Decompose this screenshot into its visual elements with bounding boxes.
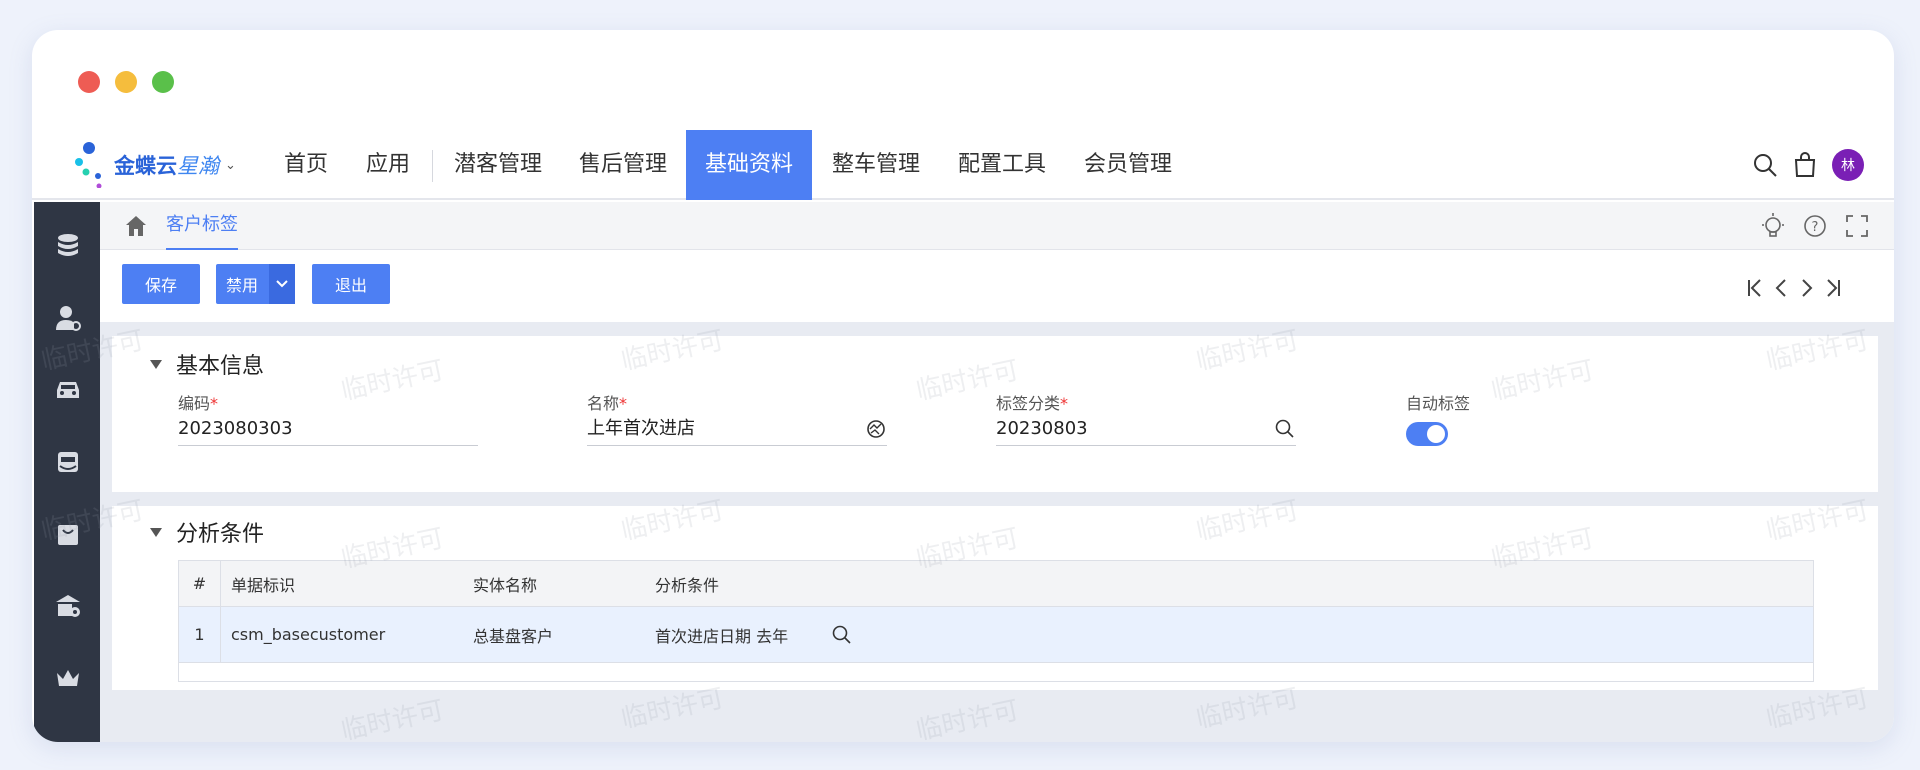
previous-record-icon[interactable] bbox=[1772, 278, 1790, 298]
next-record-icon[interactable] bbox=[1798, 278, 1816, 298]
user-avatar[interactable]: 林 bbox=[1832, 149, 1864, 181]
last-record-icon[interactable] bbox=[1824, 278, 1842, 298]
column-header: # bbox=[179, 561, 221, 606]
nav-basic-data[interactable]: 基础资料 bbox=[686, 130, 812, 200]
search-icon[interactable] bbox=[1752, 152, 1778, 178]
table-row[interactable]: 1 csm_basecustomer 总基盘客户 首次进店日期 去年 bbox=[179, 607, 1813, 663]
search-icon[interactable] bbox=[831, 624, 853, 646]
entity-cell[interactable]: 总基盘客户 bbox=[463, 607, 645, 662]
window-titlebar bbox=[32, 30, 1894, 130]
chevron-down-icon[interactable] bbox=[269, 264, 295, 304]
name-field: 名称* 上年首次进店 bbox=[587, 390, 887, 450]
fullscreen-icon[interactable] bbox=[1844, 212, 1870, 240]
top-right-tools: 林 bbox=[1752, 130, 1864, 200]
name-label: 名称* bbox=[587, 394, 628, 413]
home-icon[interactable] bbox=[124, 214, 148, 238]
category-field: 标签分类* 20230803 bbox=[996, 390, 1296, 450]
category-label: 标签分类* bbox=[996, 394, 1069, 413]
auto-tag-field: 自动标签 bbox=[1406, 390, 1526, 450]
chevron-down-icon[interactable]: ⌄ bbox=[225, 158, 236, 173]
doc-id-cell[interactable]: csm_basecustomer bbox=[221, 607, 463, 662]
nav-after-sales[interactable]: 售后管理 bbox=[569, 130, 677, 200]
condition-cell[interactable]: 首次进店日期 去年 bbox=[645, 607, 945, 662]
window-close-button[interactable] bbox=[78, 71, 100, 93]
table-empty-row bbox=[179, 663, 1813, 681]
auto-tag-label: 自动标签 bbox=[1406, 394, 1471, 413]
window-minimize-button[interactable] bbox=[115, 71, 137, 93]
auto-tag-toggle[interactable] bbox=[1406, 422, 1448, 446]
action-toolbar: 保存 禁用 退出 bbox=[100, 250, 1894, 322]
collapse-triangle-icon[interactable] bbox=[150, 360, 162, 369]
basic-info-title: 基本信息 bbox=[176, 354, 265, 379]
help-icon[interactable]: ? bbox=[1802, 212, 1828, 240]
app-window: 金蝶云星瀚 ⌄ 首页 应用 潜客管理 售后管理 基础资料 整车管理 配置工具 会… bbox=[32, 30, 1894, 742]
analysis-table: # 单据标识 实体名称 分析条件 1 csm_basecustomer 总基盘客… bbox=[178, 560, 1814, 682]
disable-button[interactable]: 禁用 bbox=[216, 264, 295, 304]
category-input[interactable]: 20230803 bbox=[996, 416, 1296, 446]
car-service-icon[interactable] bbox=[54, 448, 82, 476]
nav-prospect-management[interactable]: 潜客管理 bbox=[444, 130, 552, 200]
shopping-bag-icon[interactable] bbox=[1792, 152, 1818, 178]
car-icon[interactable] bbox=[54, 376, 82, 404]
nav-config-tools[interactable]: 配置工具 bbox=[948, 130, 1056, 200]
left-sidebar bbox=[34, 202, 100, 742]
tab-bar: 客户标签 ? bbox=[100, 202, 1894, 250]
kingdee-logo-icon bbox=[75, 142, 102, 188]
condition-value: 首次进店日期 去年 bbox=[655, 626, 789, 646]
nav-apps[interactable]: 应用 bbox=[358, 130, 418, 200]
nav-vehicle-management[interactable]: 整车管理 bbox=[822, 130, 930, 200]
analysis-panel: 分析条件 # 单据标识 实体名称 分析条件 1 csm_basecustomer… bbox=[112, 506, 1878, 690]
lightbulb-icon[interactable] bbox=[1760, 212, 1786, 240]
record-pager bbox=[1746, 278, 1842, 298]
basic-info-panel: 基本信息 编码* 2023080303 名称* 上年首次进店 标签分类* 202… bbox=[112, 336, 1878, 492]
table-header: # 单据标识 实体名称 分析条件 bbox=[179, 561, 1813, 607]
column-header[interactable]: 单据标识 bbox=[221, 561, 463, 606]
row-number: 1 bbox=[179, 607, 221, 662]
window-maximize-button[interactable] bbox=[152, 71, 174, 93]
nav-home[interactable]: 首页 bbox=[276, 130, 336, 200]
main-content: 客户标签 ? 保存 禁用 退出 基本信息 编码* 2023080303 名称* … bbox=[100, 202, 1894, 742]
crown-icon[interactable] bbox=[54, 664, 82, 692]
disable-button-label: 禁用 bbox=[226, 276, 259, 295]
name-input[interactable]: 上年首次进店 bbox=[587, 416, 887, 446]
brand-logo[interactable]: 金蝶云星瀚 ⌄ bbox=[72, 130, 236, 200]
svg-text:?: ? bbox=[1812, 220, 1819, 235]
column-header[interactable]: 分析条件 bbox=[645, 561, 945, 606]
search-icon[interactable] bbox=[1274, 418, 1296, 440]
exit-button[interactable]: 退出 bbox=[312, 264, 390, 304]
name-value: 上年首次进店 bbox=[587, 418, 695, 439]
user-settings-icon[interactable] bbox=[54, 304, 82, 332]
bank-settings-icon[interactable] bbox=[54, 592, 82, 620]
shopping-bag-sidebar-icon[interactable] bbox=[54, 520, 82, 548]
code-label: 编码* bbox=[178, 394, 219, 413]
tab-customer-tags[interactable]: 客户标签 bbox=[166, 202, 238, 250]
tab-bar-tools: ? bbox=[1760, 212, 1870, 240]
nav-divider bbox=[432, 150, 433, 182]
nav-member-management[interactable]: 会员管理 bbox=[1074, 130, 1182, 200]
brand-name: 金蝶云星瀚 bbox=[114, 155, 219, 178]
category-value: 20230803 bbox=[996, 418, 1088, 439]
globe-translate-icon[interactable] bbox=[865, 418, 887, 440]
code-input[interactable]: 2023080303 bbox=[178, 416, 478, 446]
top-navigation: 金蝶云星瀚 ⌄ 首页 应用 潜客管理 售后管理 基础资料 整车管理 配置工具 会… bbox=[32, 130, 1894, 200]
toggle-knob bbox=[1427, 425, 1445, 443]
database-icon[interactable] bbox=[54, 232, 82, 260]
collapse-triangle-icon[interactable] bbox=[150, 528, 162, 537]
code-field: 编码* 2023080303 bbox=[178, 390, 478, 450]
first-record-icon[interactable] bbox=[1746, 278, 1764, 298]
analysis-title: 分析条件 bbox=[176, 522, 265, 547]
column-header[interactable]: 实体名称 bbox=[463, 561, 645, 606]
save-button[interactable]: 保存 bbox=[122, 264, 200, 304]
